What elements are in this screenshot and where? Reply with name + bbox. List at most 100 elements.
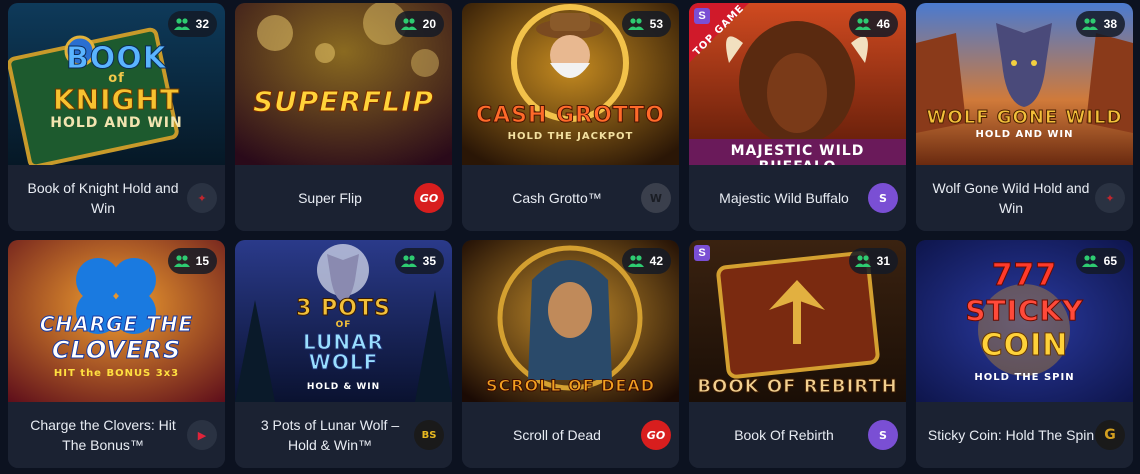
provider-g-icon: G — [1095, 420, 1125, 450]
users-icon — [173, 18, 190, 30]
game-thumbnail[interactable]: 3 POTS OF LUNAR WOLF HOLD & WIN 35 — [235, 240, 452, 402]
users-icon — [400, 18, 417, 30]
game-title[interactable]: Sticky Coin: Hold The Spin — [926, 402, 1096, 468]
game-card[interactable]: 777 STICKY COIN HOLD THE SPIN 65 Sticky … — [916, 240, 1133, 468]
provider-s-icon: S — [868, 420, 898, 450]
game-thumbnail[interactable]: SUPERFLIP 20 — [235, 3, 452, 165]
art-title-line2: CLOVERS — [51, 336, 182, 365]
game-card-footer: Book Of Rebirth S — [689, 402, 906, 468]
game-thumbnail[interactable]: TOP GAME S MAJESTIC WILD BUFFALO 46 — [689, 3, 906, 165]
art-title-line3: HIT the BONUS 3x3 — [53, 368, 180, 379]
players-count: 31 — [876, 254, 890, 268]
provider-s-icon: S — [868, 183, 898, 213]
art-title-line1: SCROLL OF DEAD — [485, 376, 656, 396]
art-title-line1: MAJESTIC WILD BUFFALO — [730, 143, 865, 165]
game-title[interactable]: Charge the Clovers: Hit The Bonus™ — [18, 402, 188, 468]
game-card-footer: Sticky Coin: Hold The Spin G — [916, 402, 1133, 468]
art-title-line1: CASH GROTTO — [475, 103, 665, 129]
game-card-footer: Scroll of Dead GO — [462, 402, 679, 468]
game-thumbnail[interactable]: WOLF GONE WILD HOLD AND WIN 38 — [916, 3, 1133, 165]
players-count: 42 — [649, 254, 663, 268]
game-card[interactable]: TOP GAME S MAJESTIC WILD BUFFALO 46 Maje… — [689, 3, 906, 231]
players-badge: 38 — [1075, 11, 1125, 37]
game-title[interactable]: Scroll of Dead — [472, 402, 642, 468]
provider-go-icon: GO — [641, 420, 671, 450]
users-icon — [1081, 255, 1098, 267]
game-thumbnail[interactable]: CHARGE THE CLOVERS HIT the BONUS 3x3 15 — [8, 240, 225, 402]
art-title-line2: STICKY — [965, 294, 1084, 328]
game-card-footer: 3 Pots of Lunar Wolf – Hold & Win™ BS — [235, 402, 452, 468]
art-title-line1: BOOK OF REBIRTH — [697, 376, 898, 398]
art-title-line2: HOLD THE JACKPOT — [507, 131, 634, 142]
players-badge: 35 — [394, 248, 444, 274]
players-badge: 20 — [394, 11, 444, 37]
game-card-footer: Super Flip GO — [235, 165, 452, 231]
provider-go-icon: GO — [414, 183, 444, 213]
game-title[interactable]: Book of Knight Hold and Win — [18, 165, 188, 231]
game-thumbnail[interactable]: SCROLL OF DEAD 42 — [462, 240, 679, 402]
game-thumbnail[interactable]: BOOK of KNIGHT HOLD AND WIN 32 — [8, 3, 225, 165]
game-title[interactable]: Majestic Wild Buffalo — [699, 165, 869, 231]
players-badge: 53 — [621, 11, 671, 37]
art-title-line2: HOLD AND WIN — [975, 129, 1074, 140]
users-icon — [400, 255, 417, 267]
art-title-line4: HOLD AND WIN — [50, 115, 183, 131]
game-thumbnail[interactable]: 777 STICKY COIN HOLD THE SPIN 65 — [916, 240, 1133, 402]
players-badge: 46 — [848, 11, 898, 37]
provider-w-icon: W — [641, 183, 671, 213]
provider-red-icon: ✦ — [187, 183, 217, 213]
game-card-footer: Wolf Gone Wild Hold and Win ✦ — [916, 165, 1133, 231]
game-card[interactable]: WOLF GONE WILD HOLD AND WIN 38 Wolf Gone… — [916, 3, 1133, 231]
provider-red-icon: ✦ — [1095, 183, 1125, 213]
players-count: 20 — [422, 17, 436, 31]
game-thumbnail[interactable]: CASH GROTTO HOLD THE JACKPOT 53 — [462, 3, 679, 165]
users-icon — [854, 18, 871, 30]
provider-play-icon: ▶ — [187, 420, 217, 450]
games-grid: BOOK of KNIGHT HOLD AND WIN 32 Book of K… — [0, 0, 1140, 474]
game-title[interactable]: Super Flip — [245, 165, 415, 231]
provider-bs-icon: BS — [414, 420, 444, 450]
users-icon — [1081, 18, 1098, 30]
provider-s-icon: S — [694, 8, 710, 24]
users-icon — [854, 255, 871, 267]
game-card-footer: Book of Knight Hold and Win ✦ — [8, 165, 225, 231]
game-title[interactable]: Wolf Gone Wild Hold and Win — [926, 165, 1096, 231]
players-count: 35 — [422, 254, 436, 268]
players-badge: 15 — [167, 248, 217, 274]
game-card-footer: Majestic Wild Buffalo S — [689, 165, 906, 231]
players-count: 38 — [1103, 17, 1117, 31]
users-icon — [627, 18, 644, 30]
art-title-line1: 3 POTS — [296, 296, 391, 322]
game-card-footer: Cash Grotto™ W — [462, 165, 679, 231]
game-card-footer: Charge the Clovers: Hit The Bonus™ ▶ — [8, 402, 225, 468]
players-badge: 42 — [621, 248, 671, 274]
game-title[interactable]: Cash Grotto™ — [472, 165, 642, 231]
players-badge: 32 — [167, 11, 217, 37]
art-title-line4: WOLF — [308, 350, 379, 375]
art-title-line4: HOLD THE SPIN — [974, 372, 1075, 383]
players-count: 53 — [649, 17, 663, 31]
players-badge: 31 — [848, 248, 898, 274]
game-card[interactable]: SUPERFLIP 20 Super Flip GO — [235, 3, 452, 231]
players-count: 46 — [876, 17, 890, 31]
game-card[interactable]: SCROLL OF DEAD 42 Scroll of Dead GO — [462, 240, 679, 468]
art-title-line1: CHARGE THE — [39, 312, 194, 337]
art-title-line3: KNIGHT — [52, 83, 181, 117]
game-card[interactable]: BOOK of KNIGHT HOLD AND WIN 32 Book of K… — [8, 3, 225, 231]
game-title[interactable]: 3 Pots of Lunar Wolf – Hold & Win™ — [245, 402, 415, 468]
art-title-line1: WOLF GONE WILD — [926, 107, 1123, 129]
users-icon — [627, 255, 644, 267]
art-title-line3: COIN — [980, 328, 1069, 364]
players-badge: 65 — [1075, 248, 1125, 274]
art-title-line1: SUPERFLIP — [252, 85, 435, 119]
game-thumbnail[interactable]: S BOOK OF REBIRTH 31 — [689, 240, 906, 402]
game-card[interactable]: CHARGE THE CLOVERS HIT the BONUS 3x3 15 … — [8, 240, 225, 468]
players-count: 32 — [195, 17, 209, 31]
game-card[interactable]: S BOOK OF REBIRTH 31 Book Of Rebirth S — [689, 240, 906, 468]
game-card[interactable]: CASH GROTTO HOLD THE JACKPOT 53 Cash Gro… — [462, 3, 679, 231]
game-title[interactable]: Book Of Rebirth — [699, 402, 869, 468]
art-title-line5: HOLD & WIN — [306, 382, 381, 392]
provider-s-icon: S — [694, 245, 710, 261]
game-card[interactable]: 3 POTS OF LUNAR WOLF HOLD & WIN 35 3 Pot… — [235, 240, 452, 468]
art-title-line2: OF — [335, 320, 352, 330]
